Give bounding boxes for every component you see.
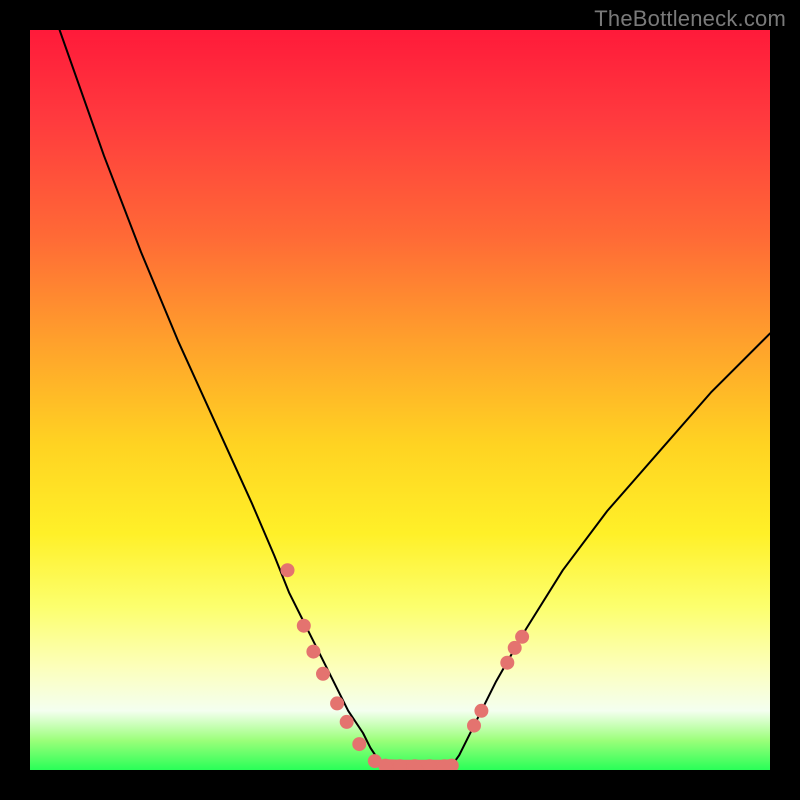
data-point: [330, 696, 344, 710]
bottleneck-curve: [60, 30, 770, 766]
data-point: [281, 563, 295, 577]
data-point: [474, 704, 488, 718]
data-point: [515, 630, 529, 644]
data-point: [508, 641, 522, 655]
data-point: [423, 759, 437, 770]
data-point: [352, 737, 366, 751]
data-point: [306, 645, 320, 659]
data-point: [378, 759, 392, 770]
data-point: [437, 759, 451, 770]
data-point: [500, 656, 514, 670]
floor-marker: [385, 766, 452, 767]
data-point: [408, 759, 422, 770]
chart-frame: TheBottleneck.com: [0, 0, 800, 800]
plot-area: [30, 30, 770, 770]
data-point: [297, 619, 311, 633]
data-point: [316, 667, 330, 681]
data-point: [340, 715, 354, 729]
data-point: [467, 719, 481, 733]
data-point: [368, 754, 382, 768]
data-point: [393, 759, 407, 770]
watermark-text: TheBottleneck.com: [594, 6, 786, 32]
chart-svg: [30, 30, 770, 770]
data-point: [445, 759, 459, 770]
